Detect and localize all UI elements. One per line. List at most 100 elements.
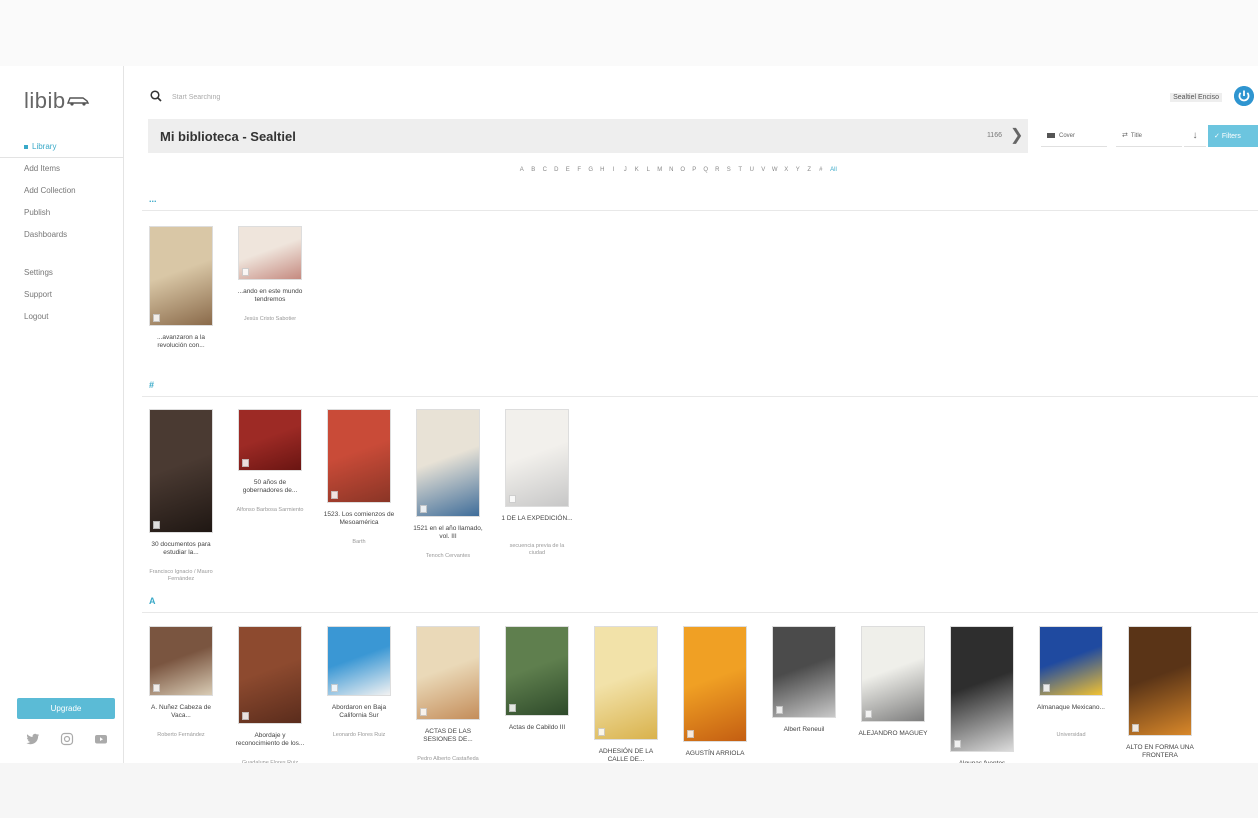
search-input[interactable] [172,91,472,103]
book-author: Jesús Cristo Sabotier [243,316,297,322]
power-icon[interactable] [1234,86,1254,106]
sidebar-item-logout[interactable]: Logout [0,306,124,328]
letter-link[interactable]: Z [804,167,816,177]
instagram-icon[interactable] [60,732,74,746]
book-badge-icon [153,521,160,529]
search-icon [150,90,162,102]
letter-link[interactable]: O [677,167,689,177]
sort-select[interactable]: ⇄ Title [1116,125,1182,147]
chevron-right-icon[interactable]: ❯ [1010,127,1023,145]
book-cover[interactable] [594,626,658,740]
book-cover[interactable] [149,226,213,326]
book-title: A. Nuñez Cabeza de Vaca... [151,704,211,719]
letter-link[interactable]: G [585,167,597,177]
letter-link[interactable]: U [746,167,758,177]
letter-link[interactable]: N [666,167,678,177]
book-title: ALEJANDRO MAGUEY [858,730,928,737]
book-cover[interactable] [416,409,480,517]
book-cover[interactable] [861,626,925,722]
book-title: AGUSTÍN ARRIOLA [685,750,745,757]
letter-link[interactable]: K [631,167,643,177]
book-cover[interactable] [772,626,836,718]
social-links [26,732,108,746]
library-icon [24,145,28,149]
letter-link[interactable]: H [597,167,609,177]
letter-link[interactable]: R [712,167,724,177]
book-title: ...ando en este mundo tendremos [237,288,303,303]
letter-link[interactable]: F [574,167,586,177]
sidebar-item-support[interactable]: Support [0,284,124,306]
letter-link[interactable]: L [643,167,655,177]
top-bar: Sealtiel Enciso [124,66,1258,118]
upgrade-button[interactable]: Upgrade [17,698,115,719]
book-badge-icon [1132,724,1139,732]
letter-link[interactable]: D [551,167,563,177]
letter-link[interactable]: E [562,167,574,177]
book-badge-icon [509,495,516,503]
sidebar-item-add-items[interactable]: Add Items [0,158,124,180]
letter-link[interactable]: Q [700,167,712,177]
book-badge-icon [153,314,160,322]
book-title: 30 documentos para estudiar la... [151,541,211,556]
book-title: ALTO EN FORMA UNA FRONTERA [1126,744,1194,759]
book-title: 50 años de gobernadores de... [242,479,298,494]
user-name[interactable]: Sealtiel Enciso [1170,93,1222,102]
book-cover[interactable] [950,626,1014,752]
book-cover[interactable] [238,226,302,280]
letter-link[interactable]: W [769,167,781,177]
sidebar-nav: Library Add Items Add Collection Publish… [0,136,124,328]
sidebar-item-dashboards[interactable]: Dashboards [0,224,124,246]
twitter-icon[interactable] [26,732,40,746]
sidebar-item-add-collection[interactable]: Add Collection [0,180,124,202]
letter-link[interactable]: I [608,167,620,177]
book-cover[interactable] [505,626,569,716]
letter-link[interactable]: A [516,167,528,177]
sidebar-item-settings[interactable]: Settings [0,262,124,284]
cover-view-icon [1047,132,1055,138]
letter-link[interactable]: C [539,167,551,177]
book-cover[interactable] [327,626,391,696]
letter-link[interactable]: J [620,167,632,177]
book-badge-icon [331,684,338,692]
book-cover[interactable] [327,409,391,503]
book-cover[interactable] [149,626,213,696]
letter-link[interactable]: V [758,167,770,177]
book-author: Alfonso Barbosa Sarmiento [236,507,304,513]
letter-link[interactable]: Y [792,167,804,177]
book-cover[interactable] [505,409,569,507]
book-badge-icon [420,708,427,716]
book-cover[interactable] [238,626,302,724]
youtube-icon[interactable] [94,732,108,746]
sort-direction-toggle[interactable]: ↓ [1184,125,1206,147]
letter-link[interactable]: X [781,167,793,177]
book-badge-icon [954,740,961,748]
book-cover[interactable] [238,409,302,471]
bottom-strip [0,763,1258,818]
letter-link[interactable]: M [654,167,666,177]
book-cover[interactable] [683,626,747,742]
book-title: ACTAS DE LAS SESIONES DE... [423,728,473,743]
book-badge-icon [153,684,160,692]
book-title: 1 DE LA EXPEDICIÓN... [501,515,573,522]
sidebar-item-library[interactable]: Library [0,136,124,158]
book-cover[interactable] [1039,626,1103,696]
sidebar-item-publish[interactable]: Publish [0,202,124,224]
sidebar: libib Library Add Items Add Collection P… [0,66,124,763]
filters-button[interactable]: ✓ Filters [1208,125,1258,147]
letter-link[interactable]: # [815,167,827,177]
book-cover[interactable] [1128,626,1192,736]
section-divider [142,396,1258,397]
letter-link[interactable]: T [735,167,747,177]
book-badge-icon [509,704,516,712]
book-title: Almanaque Mexicano... [1037,704,1105,711]
view-select[interactable]: Cover [1041,125,1107,147]
book-author: Leonardo Flores Ruiz [332,732,386,738]
letter-link[interactable]: B [528,167,540,177]
book-author: Barth [352,539,366,545]
letter-link[interactable]: S [723,167,735,177]
letter-link-all[interactable]: All [827,167,841,177]
section-letter: # [149,380,155,390]
book-cover[interactable] [416,626,480,720]
letter-link[interactable]: P [689,167,701,177]
book-cover[interactable] [149,409,213,533]
